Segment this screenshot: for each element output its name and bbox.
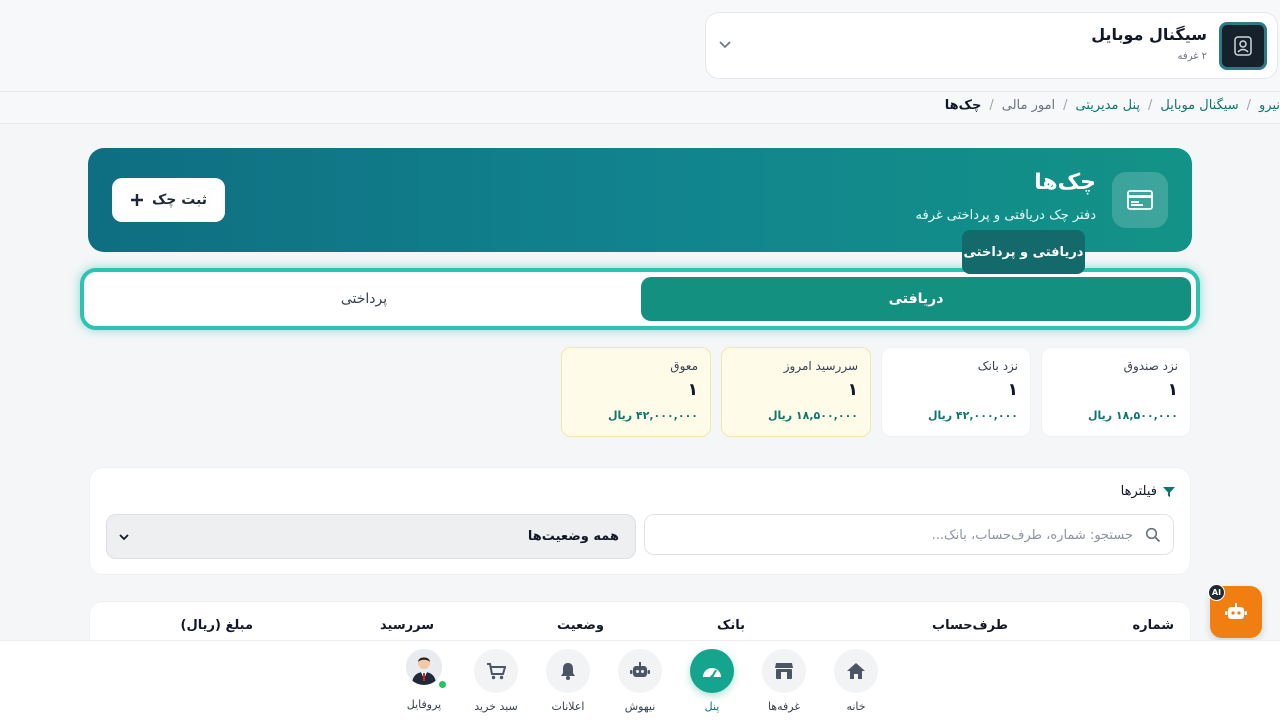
nav-item-notifications[interactable]: اعلانات <box>538 649 598 719</box>
nav-item-stores[interactable]: غرفه‌ها <box>754 649 814 719</box>
breadcrumb-current: چک‌ها <box>944 98 982 113</box>
stat-card-due-today: سررسید امروز ۱ ۱۸,۵۰۰,۰۰۰ ریال <box>721 347 871 437</box>
online-status-indicator <box>439 681 446 688</box>
stat-card-bank: نزد بانک ۱ ۴۲,۰۰۰,۰۰۰ ریال <box>881 347 1031 437</box>
nav-item-assistant[interactable]: نیهوش <box>610 649 670 719</box>
direction-tabs: دریافتی پرداختی <box>80 268 1200 330</box>
page-subtitle: دفتر چک دریافتی و پرداختی غرفه <box>915 208 1096 223</box>
stat-count: ۱ <box>1007 380 1018 400</box>
breadcrumb-separator: / <box>1148 98 1153 113</box>
stat-count: ۱ <box>687 380 698 400</box>
ai-badge: AI <box>1208 584 1225 601</box>
shop-name: سیگنال موبایل <box>1091 25 1207 44</box>
stat-label: سررسید امروز <box>783 359 858 373</box>
nav-label-assistant: نیهوش <box>624 700 656 713</box>
breadcrumb-item-shop[interactable]: سیگنال موبایل <box>1160 98 1238 113</box>
column-header-amount[interactable]: مبلغ (ریال) <box>181 618 253 633</box>
breadcrumb-item-finance: امور مالی <box>1001 98 1056 113</box>
avatar <box>406 649 442 685</box>
add-cheque-label: ثبت چک <box>151 192 208 208</box>
tab-received[interactable]: دریافتی <box>641 277 1191 321</box>
breadcrumb-item-panel[interactable]: پنل مدیریتی <box>1076 98 1140 113</box>
store-icon <box>775 663 793 679</box>
breadcrumb-separator: / <box>989 98 994 113</box>
stat-amount: ۱۸,۵۰۰,۰۰۰ ریال <box>1087 409 1178 422</box>
nav-label-notifications: اعلانات <box>551 700 585 713</box>
shop-logo <box>1219 22 1267 70</box>
page-title: چک‌ها <box>1034 170 1096 195</box>
column-header-status[interactable]: وضعیت <box>557 618 604 633</box>
bell-icon <box>561 663 575 680</box>
breadcrumb-separator: / <box>1063 98 1068 113</box>
shop-room-count: ۲ غرفه <box>1177 51 1207 62</box>
nav-item-cart[interactable]: سبد خرید <box>466 649 526 719</box>
dashboard-icon <box>703 668 721 679</box>
column-header-number[interactable]: شماره <box>1132 618 1174 633</box>
stat-count: ۱ <box>1167 380 1178 400</box>
stat-card-cashbox: نزد صندوق ۱ ۱۸,۵۰۰,۰۰۰ ریال <box>1041 347 1191 437</box>
column-header-party[interactable]: طرف‌حساب <box>932 618 1008 633</box>
nav-label-panel: پنل <box>704 700 720 713</box>
column-header-due-date[interactable]: سررسید <box>380 618 434 633</box>
stat-amount: ۴۲,۰۰۰,۰۰۰ ریال <box>927 409 1018 422</box>
home-icon <box>847 663 865 679</box>
cart-icon <box>487 663 506 680</box>
tab-paid[interactable]: پرداختی <box>89 277 639 321</box>
filters-label: فیلترها <box>1120 484 1157 499</box>
nav-item-home[interactable]: خانه <box>826 649 886 719</box>
robot-icon <box>1225 603 1247 619</box>
breadcrumb-item-niro[interactable]: نیرو <box>1259 98 1280 113</box>
stat-label: نزد صندوق <box>1123 359 1178 373</box>
column-header-bank[interactable]: بانک <box>717 618 745 633</box>
stat-count: ۱ <box>847 380 858 400</box>
nav-label-home: خانه <box>846 700 866 713</box>
filter-icon <box>1163 486 1175 497</box>
stat-label: معوق <box>670 359 698 373</box>
search-input[interactable] <box>673 523 1133 547</box>
bottom-navigation: خانه غرفه‌ها پنل <box>0 640 1280 720</box>
filters-panel: فیلترها همه وضعیت‌ها <box>89 467 1191 575</box>
status-select-value: همه وضعیت‌ها <box>527 529 619 544</box>
nav-label-profile: پروفایل <box>406 698 442 711</box>
robot-icon <box>630 662 650 677</box>
search-field[interactable] <box>644 514 1174 555</box>
nav-label-cart: سبد خرید <box>474 700 518 713</box>
chevron-down-icon <box>119 533 129 540</box>
top-bar: سیگنال موبایل ۲ غرفه <box>0 0 1280 92</box>
nav-label-stores: غرفه‌ها <box>767 700 801 713</box>
cheque-icon <box>1112 172 1168 228</box>
add-cheque-button[interactable]: ثبت چک <box>112 178 225 222</box>
chevron-down-icon[interactable] <box>716 35 734 53</box>
stat-amount: ۱۸,۵۰۰,۰۰۰ ریال <box>767 409 858 422</box>
tabs-tooltip: دریافتی و پرداختی <box>962 230 1085 274</box>
shop-logo-icon <box>1234 36 1252 56</box>
status-select[interactable]: همه وضعیت‌ها <box>106 514 636 559</box>
nav-item-panel[interactable]: پنل <box>682 649 742 719</box>
shop-selector[interactable]: سیگنال موبایل ۲ غرفه <box>705 12 1278 79</box>
stat-label: نزد بانک <box>977 359 1018 373</box>
breadcrumb: نیرو / سیگنال موبایل / پنل مدیریتی / امو… <box>0 92 1280 124</box>
search-icon <box>1145 527 1161 543</box>
filters-title: فیلترها <box>1121 484 1175 499</box>
stat-card-overdue: معوق ۱ ۴۲,۰۰۰,۰۰۰ ریال <box>561 347 711 437</box>
plus-icon <box>130 194 143 206</box>
breadcrumb-separator: / <box>1246 98 1251 113</box>
stat-amount: ۴۲,۰۰۰,۰۰۰ ریال <box>607 409 698 422</box>
